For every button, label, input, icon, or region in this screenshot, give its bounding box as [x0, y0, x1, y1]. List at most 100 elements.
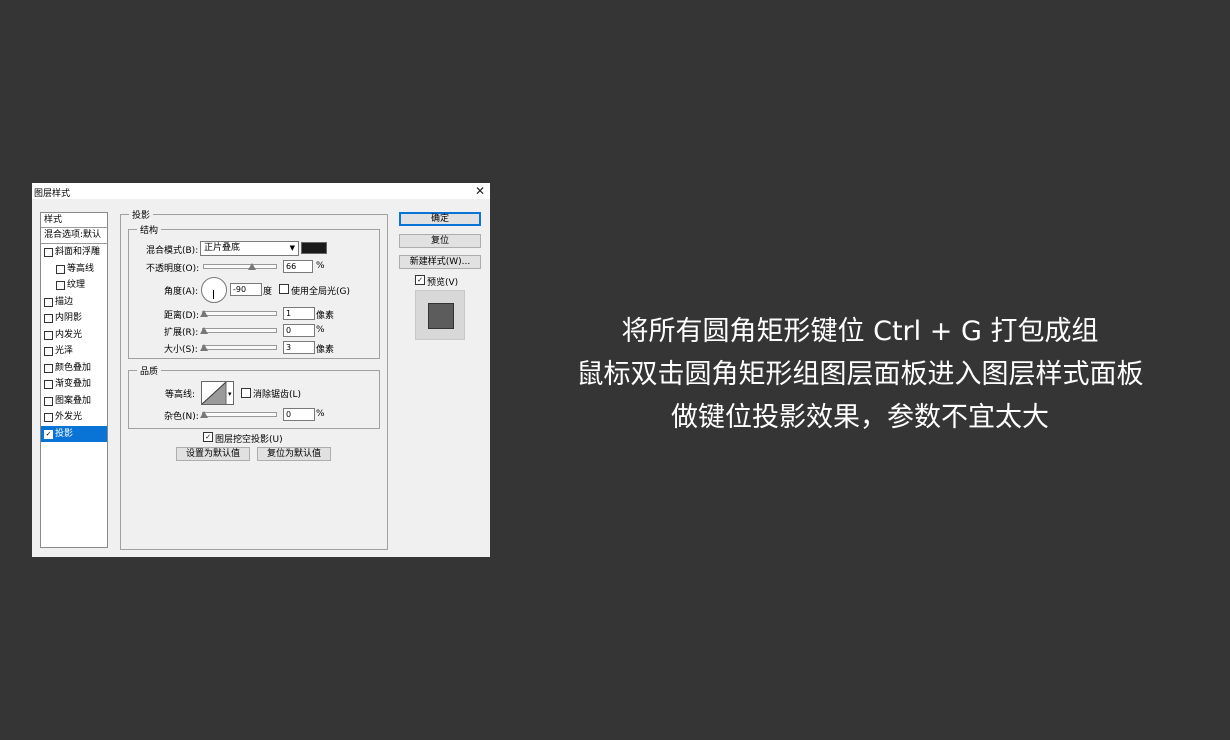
quality-group: 品质 等高线: ▾ 消除锯齿(L) 杂色(N): 0 % — [128, 364, 380, 429]
chevron-down-icon: ▼ — [289, 244, 295, 252]
distance-label: 距离(D): — [164, 311, 199, 321]
style-item[interactable]: 外发光 — [41, 409, 107, 426]
svg-text:▾: ▾ — [228, 390, 232, 398]
style-item-label: 等高线 — [67, 263, 95, 274]
noise-slider-thumb[interactable] — [200, 411, 208, 418]
ok-button[interactable]: 确定 — [399, 212, 481, 226]
caption-line-2: 鼠标双击圆角矩形组图层面板进入图层样式面板 — [576, 359, 1144, 390]
style-item-label: 外发光 — [55, 412, 83, 422]
style-item[interactable]: 斜面和浮雕 — [41, 244, 107, 261]
style-item[interactable]: 纹理 — [41, 277, 107, 294]
angle-dial[interactable] — [201, 277, 227, 303]
angle-label: 角度(A): — [164, 287, 199, 297]
spread-slider-thumb[interactable] — [200, 327, 208, 334]
style-item-checkbox[interactable] — [44, 314, 53, 323]
drop-shadow-title: 投影 — [129, 208, 154, 221]
noise-input[interactable]: 0 — [283, 408, 315, 421]
size-slider[interactable] — [200, 344, 277, 351]
spread-input[interactable]: 0 — [283, 324, 315, 337]
style-item-label: 光泽 — [55, 346, 74, 356]
style-item-label: 渐变叠加 — [55, 379, 92, 389]
opacity-label: 不透明度(O): — [146, 264, 200, 274]
preview-label: 预览(V) — [427, 278, 459, 288]
style-item[interactable]: 描边 — [41, 294, 107, 311]
anti-alias-checkbox[interactable] — [241, 388, 251, 398]
style-item-checkbox[interactable] — [44, 413, 53, 422]
angle-needle — [213, 290, 214, 299]
dialog-title: 图层样式 — [34, 189, 71, 199]
structure-group: 结构 混合模式(B): 正片叠底 ▼ 不透明度(O): 66 % 角度(A): … — [128, 223, 380, 359]
caption-line-3: 做键位投影效果，参数不宜太大 — [671, 402, 1049, 433]
spread-slider[interactable] — [200, 327, 277, 334]
contour-label: 等高线: — [165, 390, 196, 400]
reset-default-button[interactable]: 复位为默认值 — [257, 447, 331, 461]
quality-label: 品质 — [137, 364, 162, 377]
style-item-label: 内发光 — [55, 329, 83, 340]
style-item-label: 投影 — [55, 428, 74, 439]
styles-header[interactable]: 样式 — [41, 213, 107, 228]
style-item-label: 纹理 — [67, 280, 86, 290]
distance-slider-thumb[interactable] — [200, 310, 208, 317]
style-item-checkbox[interactable] — [44, 297, 53, 307]
size-label: 大小(S): — [164, 345, 198, 355]
style-item[interactable]: 图案叠加 — [41, 393, 107, 410]
close-icon[interactable]: ✕ — [475, 184, 485, 198]
opacity-unit: % — [316, 261, 325, 271]
opacity-input[interactable]: 66 — [283, 260, 313, 273]
noise-unit: % — [316, 409, 325, 419]
style-item[interactable]: ✓ 投影 — [41, 425, 107, 442]
style-item-checkbox[interactable] — [56, 281, 65, 290]
style-item-checkbox[interactable]: ✓ — [44, 429, 53, 439]
new-style-button[interactable]: 新建样式(W)... — [399, 255, 481, 269]
opacity-slider-thumb[interactable] — [247, 263, 256, 270]
angle-input[interactable]: -90 — [230, 283, 262, 296]
style-item[interactable]: 渐变叠加 — [41, 376, 107, 393]
drop-shadow-panel: 投影 结构 混合模式(B): 正片叠底 ▼ 不透明度(O): 66 % 角度(A… — [120, 208, 388, 550]
knockout-checkbox[interactable]: ✓ — [203, 432, 213, 442]
style-item[interactable]: 等高线 — [41, 261, 107, 278]
noise-slider[interactable] — [200, 411, 277, 418]
structure-label: 结构 — [137, 223, 162, 236]
distance-slider[interactable] — [200, 310, 277, 317]
blend-mode-label: 混合模式(B): — [146, 246, 199, 256]
style-item[interactable]: 内发光 — [41, 327, 107, 344]
style-item-checkbox[interactable] — [44, 330, 53, 340]
styles-list: 样式 混合选项:默认 斜面和浮雕等高线纹理描边内阴影内发光光泽颜色叠加渐变叠加图… — [40, 212, 108, 548]
style-item-label: 内阴影 — [55, 313, 83, 323]
distance-input[interactable]: 1 — [283, 307, 315, 320]
blend-options-item[interactable]: 混合选项:默认 — [41, 228, 107, 244]
style-item-label: 颜色叠加 — [55, 362, 92, 373]
style-item-checkbox[interactable] — [44, 380, 53, 389]
contour-picker[interactable]: ▾ — [201, 381, 234, 405]
style-item-label: 描边 — [55, 296, 74, 307]
style-item-checkbox[interactable] — [44, 363, 53, 373]
noise-label: 杂色(N): — [164, 412, 199, 422]
preview-shape — [428, 303, 454, 329]
style-item[interactable]: 颜色叠加 — [41, 360, 107, 377]
global-light-label: 使用全局光(G) — [291, 287, 350, 297]
blend-mode-select[interactable]: 正片叠底 ▼ — [200, 241, 299, 256]
style-item[interactable]: 内阴影 — [41, 310, 107, 327]
style-item-checkbox[interactable] — [44, 347, 53, 356]
anti-alias-label: 消除锯齿(L) — [253, 390, 302, 400]
spread-label: 扩展(R): — [164, 328, 199, 338]
global-light-checkbox[interactable] — [279, 284, 289, 294]
reset-button[interactable]: 复位 — [399, 234, 481, 248]
opacity-slider[interactable] — [203, 263, 277, 270]
preview-checkbox[interactable]: ✓ — [415, 275, 425, 285]
set-default-button[interactable]: 设置为默认值 — [176, 447, 250, 461]
style-item-checkbox[interactable] — [44, 248, 53, 257]
style-item-checkbox[interactable] — [56, 264, 65, 274]
size-unit: 像素 — [316, 345, 335, 355]
style-item[interactable]: 光泽 — [41, 343, 107, 360]
caption-line-1: 将所有圆角矩形键位 Ctrl + G 打包成组 — [621, 316, 1099, 347]
contour-curve-icon: ▾ — [202, 382, 232, 404]
title-bar[interactable]: 图层样式 ✕ — [32, 183, 490, 199]
size-input[interactable]: 3 — [283, 341, 315, 354]
style-item-label: 斜面和浮雕 — [55, 247, 101, 257]
size-slider-thumb[interactable] — [200, 344, 208, 351]
shadow-color-swatch[interactable] — [301, 242, 327, 254]
style-item-checkbox[interactable] — [44, 396, 53, 406]
distance-unit: 像素 — [316, 311, 335, 321]
preview-thumbnail — [415, 290, 465, 340]
